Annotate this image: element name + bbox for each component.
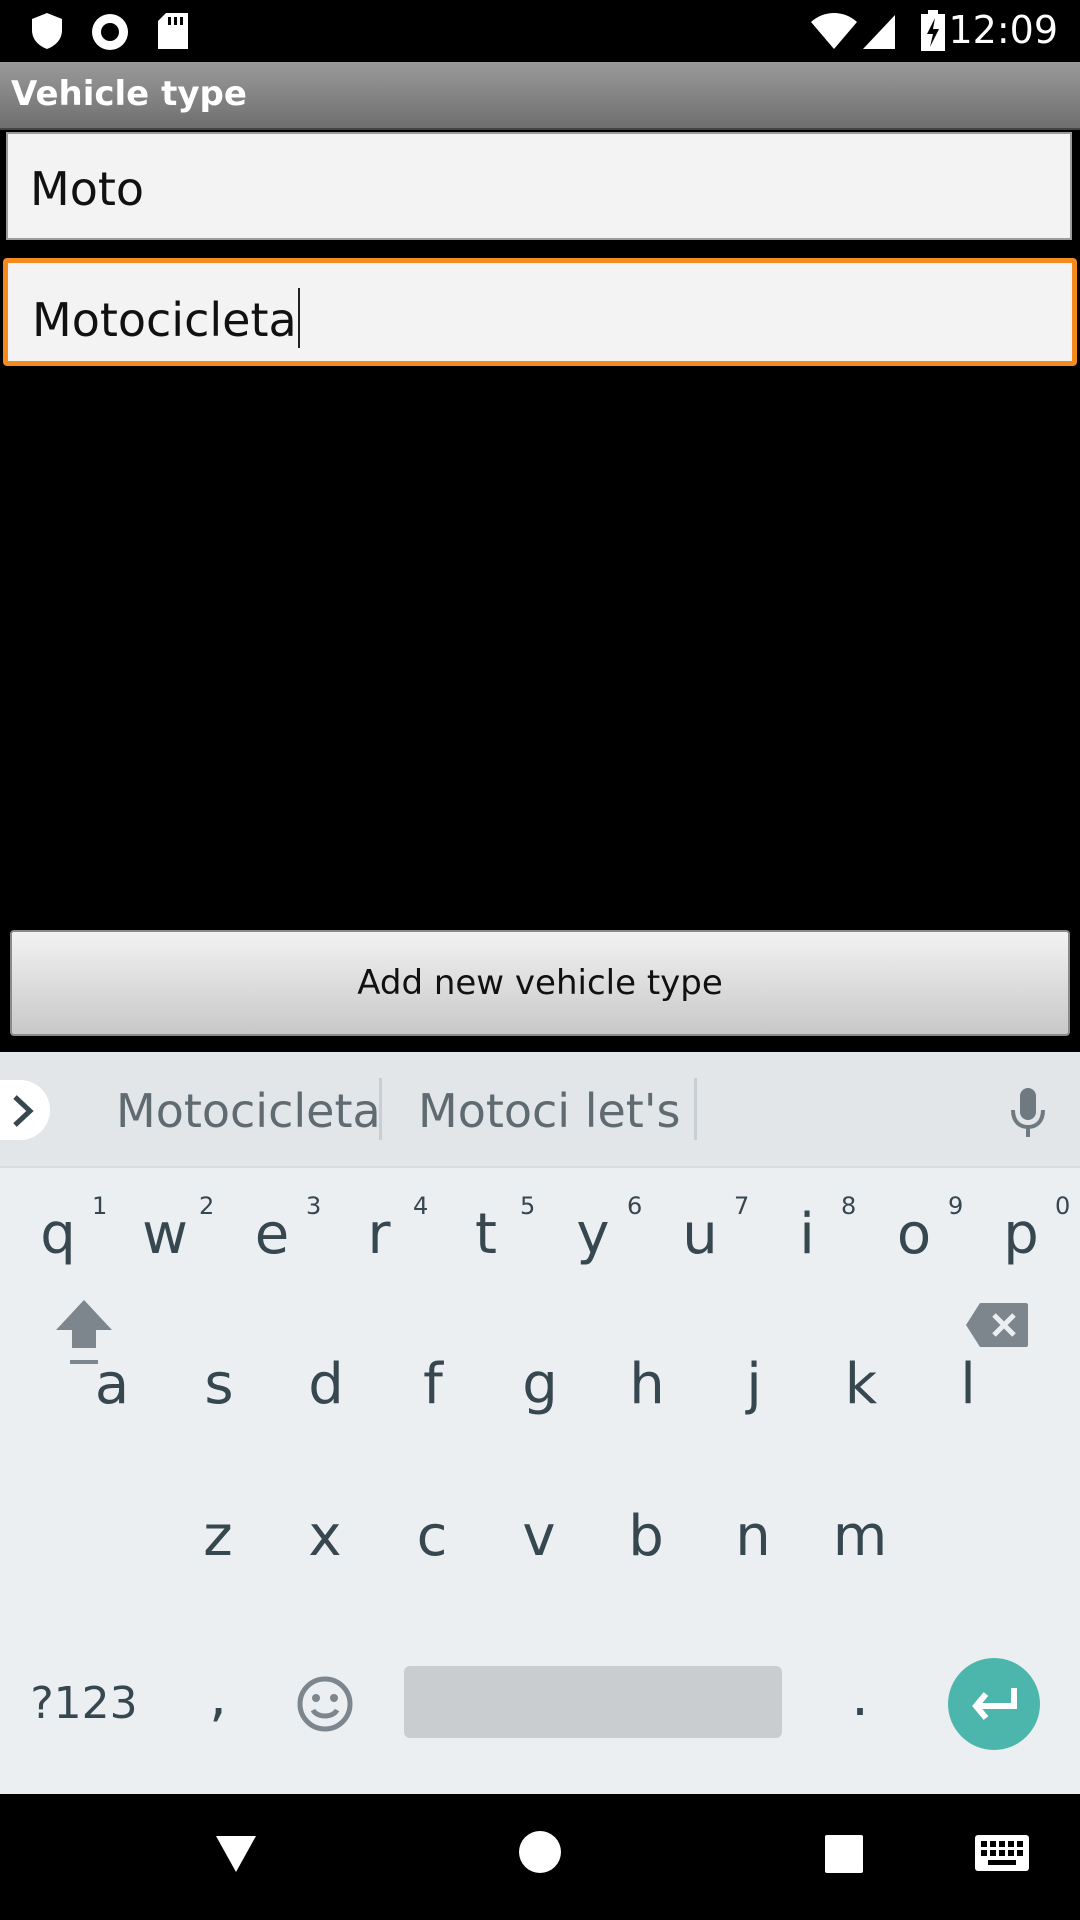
back-icon[interactable] [214,1834,258,1879]
key-b[interactable]: b [606,1504,686,1569]
battery-charging-icon [920,10,946,52]
sd-card-icon [156,12,190,50]
suggestion-divider [379,1078,382,1140]
key-z[interactable]: z [178,1504,258,1569]
smiley-icon [297,1676,353,1732]
home-icon[interactable] [518,1830,562,1879]
key-hint-2: 2 [199,1192,215,1220]
key-hint-9: 9 [948,1192,964,1220]
page-title: Vehicle type [11,74,247,114]
key-hint-6: 6 [627,1192,643,1220]
key-u[interactable]: u [660,1202,740,1267]
key-g[interactable]: g [500,1352,580,1417]
signal-icon [862,14,896,50]
enter-icon [972,1688,1017,1720]
key-n[interactable]: n [713,1504,793,1569]
key-hint-1: 1 [92,1192,108,1220]
key-e[interactable]: e [232,1202,312,1267]
suggestion-bar: Motocicleta Motoci let's [0,1052,1080,1168]
key-hint-3: 3 [306,1192,322,1220]
short-name-value: Moto [30,162,145,216]
comma-key[interactable]: , [178,1664,258,1729]
status-bar: 12:09 [0,0,1080,62]
key-x[interactable]: x [285,1504,365,1569]
key-m[interactable]: m [820,1504,900,1569]
key-h[interactable]: h [607,1352,687,1417]
key-p[interactable]: p [981,1202,1061,1267]
enter-key[interactable] [948,1658,1040,1750]
backspace-key[interactable] [962,1298,1032,1363]
key-hint-4: 4 [413,1192,429,1220]
key-hint-7: 7 [734,1192,750,1220]
status-time: 12:09 [948,8,1058,52]
key-q[interactable]: q [18,1202,98,1267]
emoji-key[interactable] [290,1674,360,1748]
key-hint-0: 0 [1055,1192,1071,1220]
add-vehicle-type-button[interactable]: Add new vehicle type [10,930,1070,1036]
short-name-field[interactable]: Moto [6,132,1072,240]
key-f[interactable]: f [393,1352,473,1417]
recents-icon[interactable] [824,1834,864,1879]
soft-keyboard: Motocicleta Motoci let's q1w2e3r4t5y6u7i… [0,1052,1080,1794]
keyboard-switch-icon[interactable] [974,1834,1030,1877]
full-name-field[interactable]: Motocicleta [3,258,1077,366]
wifi-icon [810,12,858,50]
key-y[interactable]: y [553,1202,633,1267]
title-bar: Vehicle type [0,62,1080,130]
key-hint-8: 8 [841,1192,857,1220]
suggestion-1[interactable]: Motocicleta [116,1084,381,1138]
key-k[interactable]: k [821,1352,901,1417]
key-d[interactable]: d [286,1352,366,1417]
shield-icon [30,12,64,50]
key-r[interactable]: r [339,1202,419,1267]
shift-key[interactable] [44,1296,124,1366]
suggestion-divider [694,1078,697,1140]
key-hint-5: 5 [520,1192,536,1220]
key-t[interactable]: t [446,1202,526,1267]
text-caret [297,288,300,348]
key-i[interactable]: i [767,1202,847,1267]
key-c[interactable]: c [392,1504,472,1569]
suggestion-2[interactable]: Motoci let's [418,1084,680,1138]
navigation-bar [0,1794,1080,1920]
chevron-right-icon [13,1095,34,1127]
key-s[interactable]: s [179,1352,259,1417]
key-j[interactable]: j [714,1352,794,1417]
key-w[interactable]: w [125,1202,205,1267]
period-key[interactable]: . [820,1664,900,1729]
space-key[interactable] [404,1666,782,1738]
key-o[interactable]: o [874,1202,954,1267]
expand-suggestions-button[interactable] [0,1080,50,1140]
symbols-key[interactable]: ?123 [24,1678,144,1729]
microphone-icon[interactable] [1010,1088,1046,1143]
record-icon [90,12,130,52]
key-v[interactable]: v [499,1504,579,1569]
full-name-value: Motocicleta [32,288,300,348]
